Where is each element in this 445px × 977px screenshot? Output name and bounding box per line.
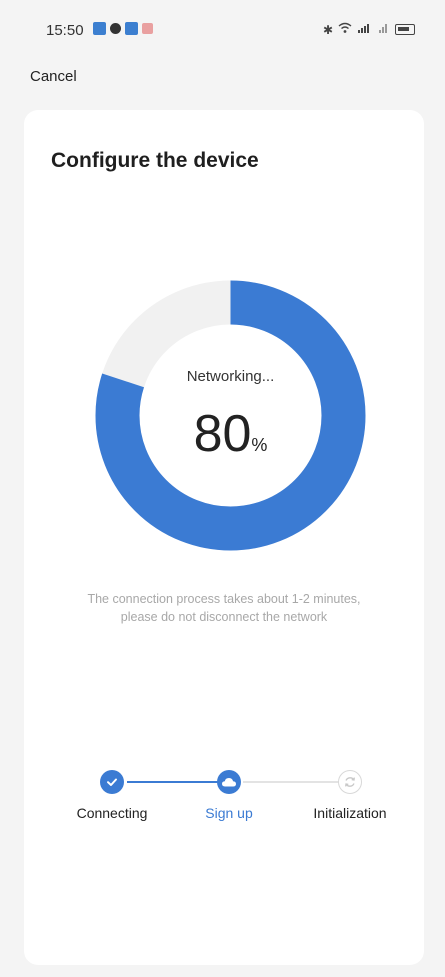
cloud-icon (217, 770, 241, 794)
cancel-button[interactable]: Cancel (30, 68, 77, 85)
status-time: 15:50 (46, 22, 84, 39)
configure-card: Configure the device Networking... 80% T… (24, 110, 424, 965)
calendar-notification-icon (142, 23, 153, 34)
chat-notification-icon (110, 23, 121, 34)
bluetooth-icon: ✱ (322, 22, 333, 37)
step-label: Sign up (205, 805, 253, 821)
refresh-icon (338, 770, 362, 794)
step-connector-pending (243, 781, 347, 783)
check-icon (100, 770, 124, 794)
battery-icon (395, 24, 415, 35)
hint-line: The connection process takes about 1-2 m… (87, 592, 361, 606)
signal-icon (378, 22, 390, 37)
progress-value: 80 (193, 405, 252, 463)
step-label: Connecting (76, 805, 148, 821)
progress-unit: % (251, 435, 268, 455)
step-label: Initialization (313, 805, 387, 821)
app-notification-icon (125, 22, 138, 35)
wifi-icon (338, 22, 352, 37)
progress-steps: Connecting Sign up Initialization (24, 750, 424, 830)
system-icons: ✱ (323, 22, 415, 37)
progress-ring: Networking... 80% (95, 280, 366, 551)
page-title: Configure the device (51, 149, 259, 172)
connection-hint: The connection process takes about 1-2 m… (44, 590, 404, 626)
status-bar: 15:50 ✱ (0, 0, 445, 60)
app-notification-icon (93, 22, 106, 35)
signal-icon (357, 22, 373, 37)
hint-line: please do not disconnect the network (120, 610, 328, 624)
progress-percentage: 80% (95, 404, 366, 464)
notification-icons (93, 22, 153, 35)
progress-status-text: Networking... (186, 368, 275, 385)
step-connector-complete (127, 781, 229, 783)
